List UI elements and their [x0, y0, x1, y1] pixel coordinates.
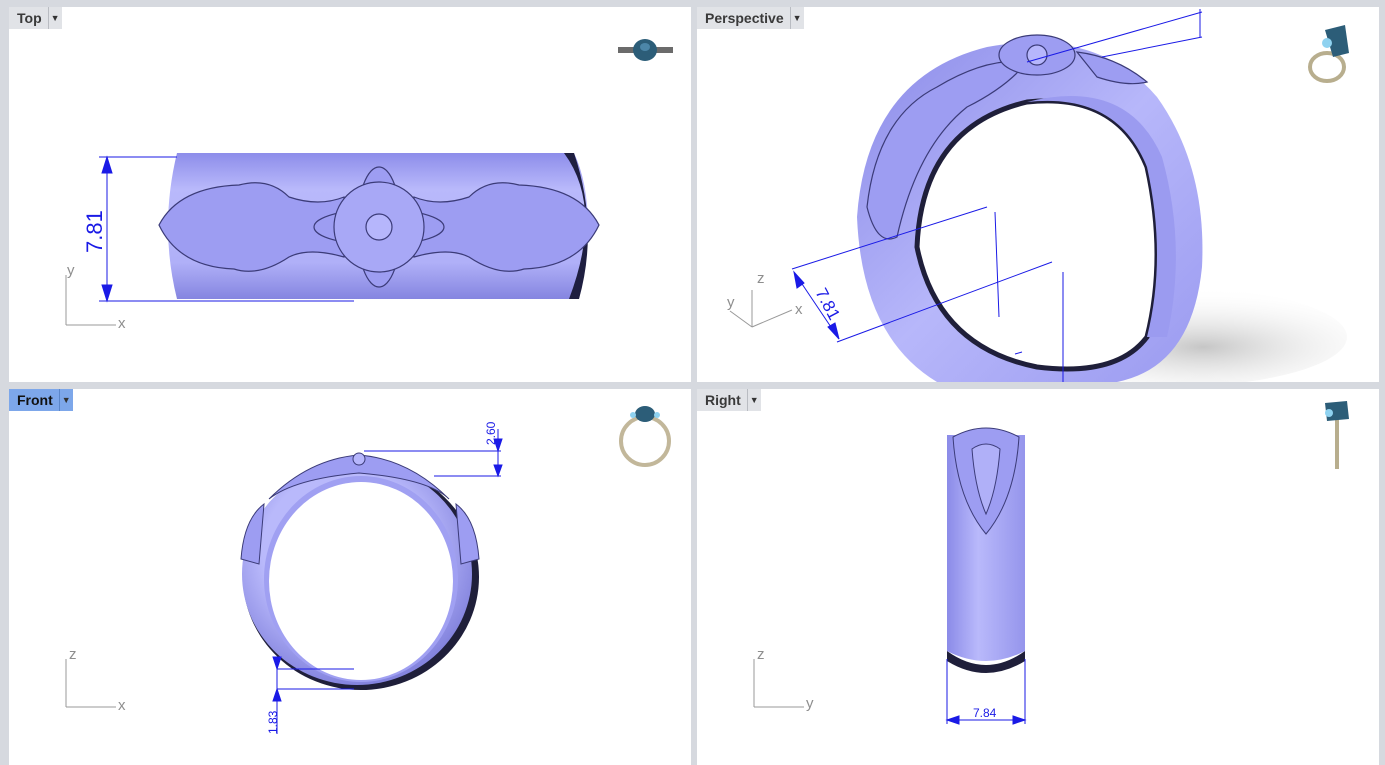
dimension-label: 7.81 — [82, 210, 107, 253]
axis-indicator — [729, 290, 793, 328]
right-view-canvas: 7.84 z y — [753, 427, 1027, 725]
dimension-label: 7.81 — [811, 285, 843, 323]
axis-x-label: x — [795, 301, 803, 318]
viewport-tab-top[interactable]: Top ▼ — [9, 7, 62, 29]
axis-indicator — [753, 659, 804, 708]
axis-y-label: y — [67, 262, 75, 279]
axis-indicator — [65, 275, 116, 326]
dimension-1-83 — [272, 656, 354, 734]
axis-indicator — [65, 659, 116, 708]
axis-z-label: z — [757, 646, 765, 663]
axis-z-label: z — [69, 646, 77, 663]
perspective-view-canvas: 7.81 z x y — [727, 9, 1347, 382]
axis-x-label: x — [118, 697, 126, 714]
viewport-tab-right[interactable]: Right ▼ — [697, 389, 761, 411]
viewport-front[interactable]: 2.60 1.83 z x Front ▼ — [9, 389, 691, 765]
dropdown-arrow-icon[interactable]: ▼ — [58, 389, 73, 411]
dimension-label-bottom: 1.83 — [266, 710, 280, 734]
dimension-label-top: 2.60 — [484, 421, 498, 445]
dropdown-arrow-icon[interactable]: ▼ — [47, 7, 62, 29]
front-view-canvas: 2.60 1.83 z x — [65, 421, 503, 734]
viewport-tab-perspective[interactable]: Perspective ▼ — [697, 7, 804, 29]
viewport-perspective[interactable]: 7.81 z x y Perspective ▼ — [697, 7, 1379, 382]
dropdown-arrow-icon[interactable]: ▼ — [746, 389, 761, 411]
top-view-canvas: 7.81 y x — [65, 153, 600, 332]
ring-inner — [269, 482, 453, 680]
viewport-top[interactable]: 7.81 y x Top ▼ — [9, 7, 691, 382]
axis-x-label: x — [118, 315, 126, 332]
dimension-label: 7.84 — [973, 706, 997, 720]
dropdown-arrow-icon[interactable]: ▼ — [789, 7, 804, 29]
axis-y-label: y — [727, 294, 735, 311]
axis-y-label: y — [806, 695, 814, 712]
viewport-tab-front[interactable]: Front ▼ — [9, 389, 73, 411]
axis-z-label: z — [757, 270, 765, 287]
viewport-right[interactable]: 7.84 z y Right ▼ — [697, 389, 1379, 765]
